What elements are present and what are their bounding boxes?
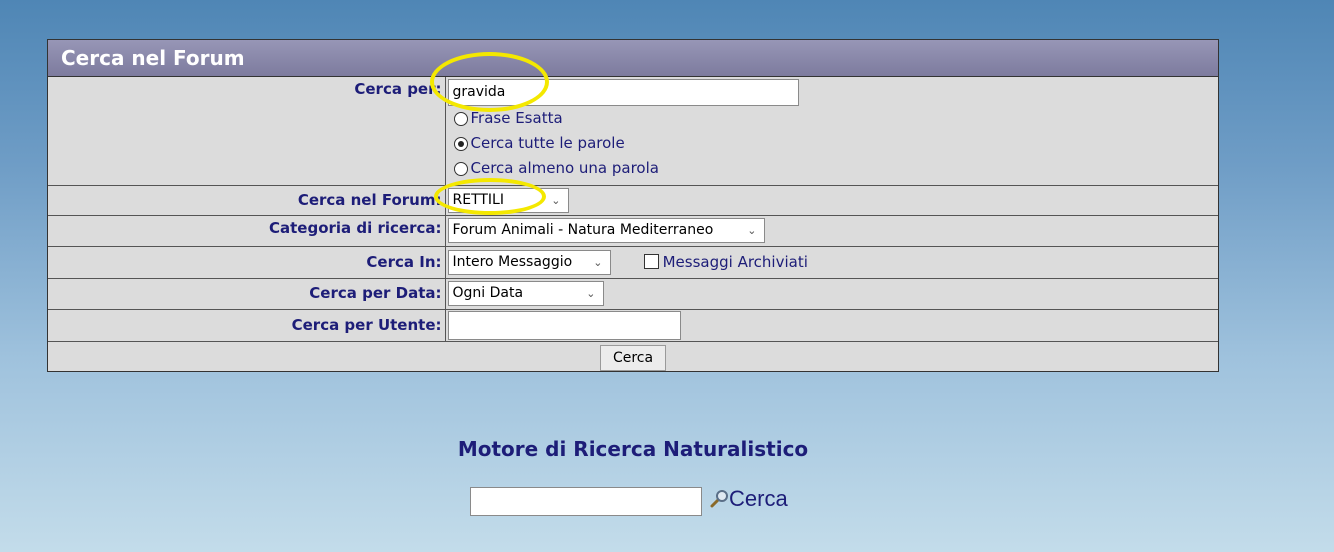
chevron-down-icon: ⌄ (586, 286, 596, 300)
forum-select[interactable]: RETTILI ⌄ (447, 187, 569, 213)
row-search-in: Cerca In: Intero Messaggio ⌄ Messaggi Ar… (48, 246, 1218, 279)
submit-cell: Cerca (48, 341, 1218, 373)
row-search-for: Cerca per: gravida Frase Esatta Cerca tu… (48, 77, 1219, 186)
date-select-value: Ogni Data (452, 284, 524, 301)
engine-title: Motore di Ricerca Naturalistico (457, 437, 809, 461)
row-date: Cerca per Data: Ogni Data ⌄ (48, 278, 1218, 310)
search-in-select[interactable]: Intero Messaggio ⌄ (447, 249, 611, 275)
row-submit: Cerca (48, 341, 1218, 373)
magnifier-icon-svg (710, 490, 728, 508)
search-in-label: Cerca In: (48, 246, 446, 279)
option-all-words-label: Cerca tutte le parole (470, 134, 625, 152)
radio-all-words[interactable] (453, 136, 468, 151)
search-for-input[interactable]: gravida (447, 79, 799, 106)
search-for-label: Cerca per: (48, 77, 446, 186)
row-category: Categoria di ricerca: Forum Animali - Na… (48, 215, 1218, 247)
option-exact-phrase-label: Frase Esatta (470, 109, 563, 127)
option-any-word-label: Cerca almeno una parola (470, 159, 659, 177)
engine-search-button[interactable]: Cerca (709, 486, 788, 512)
option-all-words[interactable]: Cerca tutte le parole (448, 131, 1219, 156)
user-label: Cerca per Utente: (48, 309, 446, 342)
option-any-word[interactable]: Cerca almeno una parola (448, 156, 1219, 181)
search-in-select-value: Intero Messaggio (452, 253, 573, 270)
engine-search-input[interactable] (470, 487, 702, 516)
category-field: Forum Animali - Natura Mediterraneo ⌄ (445, 215, 1218, 247)
forum-field: RETTILI ⌄ (445, 185, 1218, 216)
category-select-value: Forum Animali - Natura Mediterraneo (452, 221, 714, 238)
row-user: Cerca per Utente: (48, 309, 1218, 342)
date-label: Cerca per Data: (48, 278, 446, 310)
category-select[interactable]: Forum Animali - Natura Mediterraneo ⌄ (447, 217, 765, 243)
row-forum: Cerca nel Forum: RETTILI ⌄ (48, 185, 1218, 216)
category-label: Categoria di ricerca: (48, 215, 446, 247)
search-form: Cerca per: gravida Frase Esatta Cerca tu… (48, 77, 1218, 373)
search-for-field: gravida Frase Esatta Cerca tutte le paro… (445, 77, 1219, 186)
archived-label: Messaggi Archiviati (662, 252, 808, 271)
search-submit-button[interactable]: Cerca (599, 344, 667, 371)
forum-select-value: RETTILI (452, 191, 505, 208)
chevron-down-icon: ⌄ (593, 255, 603, 269)
chevron-down-icon: ⌄ (747, 223, 757, 237)
user-field (445, 309, 1218, 342)
date-field: Ogni Data ⌄ (445, 278, 1218, 310)
forum-label: Cerca nel Forum: (48, 185, 446, 216)
archived-option[interactable]: Messaggi Archiviati (643, 250, 808, 275)
archived-checkbox[interactable] (643, 253, 659, 269)
radio-any-word[interactable] (453, 161, 468, 176)
panel-title: Cerca nel Forum (48, 40, 1218, 77)
radio-exact-phrase[interactable] (453, 111, 468, 126)
chevron-down-icon: ⌄ (551, 193, 561, 207)
option-exact-phrase[interactable]: Frase Esatta (448, 106, 1219, 131)
search-in-field: Intero Messaggio ⌄ Messaggi Archiviati (445, 246, 1218, 279)
user-input[interactable] (447, 310, 681, 340)
magnifier-icon (709, 489, 729, 509)
date-select[interactable]: Ogni Data ⌄ (447, 280, 604, 306)
forum-search-panel: Cerca nel Forum Cerca per: gravida Frase… (47, 39, 1219, 372)
engine-search-button-label: Cerca (729, 486, 788, 511)
